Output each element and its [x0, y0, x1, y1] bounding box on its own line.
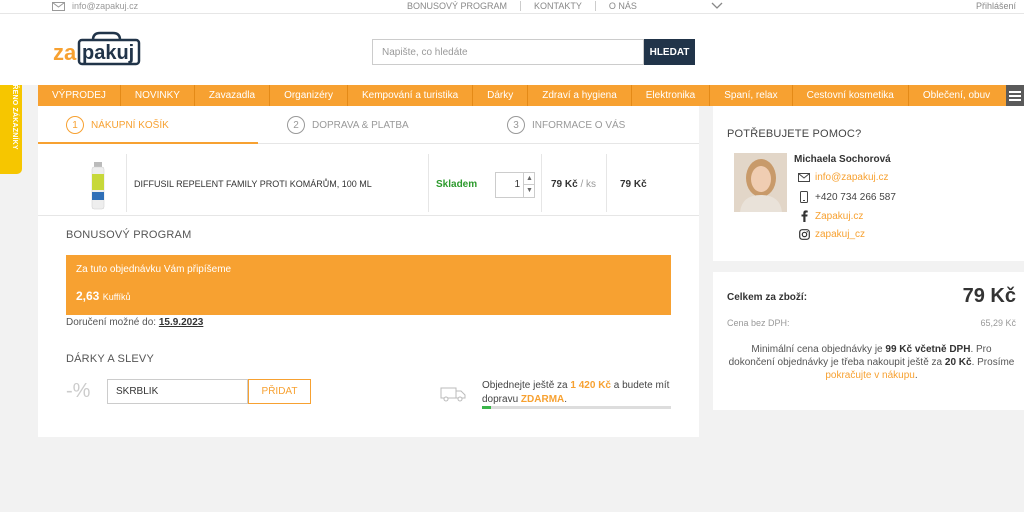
product-name[interactable]: DIFFUSIL REPELENT FAMILY PROTI KOMÁRŮM, …	[134, 179, 372, 189]
stock-status: Skladem	[436, 179, 478, 190]
order-summary: Celkem za zboží: 79 Kč Cena bez DPH: 65,…	[713, 272, 1024, 410]
free-shipping-info: Objednejte ještě za 1 420 Kč a budete mí…	[482, 380, 670, 405]
product-image[interactable]	[91, 162, 105, 210]
support-email[interactable]: info@zapakuj.cz	[796, 172, 889, 183]
bonus-box: Za tuto objednávku Vám připíšeme 2,63 Ku…	[66, 255, 671, 315]
top-links: BONUSOVÝ PROGRAM KONTAKTY O NÁS	[394, 0, 650, 12]
support-avatar	[734, 153, 787, 212]
help-panel: POTŘEBUJETE POMOC? Michaela Sochorová in…	[713, 106, 1024, 261]
divider	[126, 154, 127, 212]
header: za pakuj Napište, co hledáte HLEDAT	[0, 14, 1024, 85]
cart-item-row: DIFFUSIL REPELENT FAMILY PROTI KOMÁRŮM, …	[38, 154, 699, 216]
nav-item-sleep[interactable]: Spaní, relax	[710, 85, 793, 106]
free-shipping-progress	[482, 406, 671, 409]
quantity-value[interactable]: 1	[496, 173, 522, 197]
chevron-down-icon[interactable]	[711, 1, 723, 10]
top-link-contacts[interactable]: KONTAKTY	[521, 1, 596, 11]
envelope-icon	[52, 1, 65, 11]
support-instagram[interactable]: zapakuj_cz	[796, 229, 865, 240]
nav-item-health[interactable]: Zdraví a hygiena	[528, 85, 632, 106]
nav-item-clothing[interactable]: Oblečení, obuv	[909, 85, 1004, 106]
nav-item-organizers[interactable]: Organizéry	[270, 85, 348, 106]
active-step-underline	[38, 142, 258, 144]
support-facebook[interactable]: Zapakuj.cz	[796, 210, 863, 222]
net-label: Cena bez DPH:	[727, 318, 790, 328]
search-button[interactable]: HLEDAT	[644, 39, 695, 65]
nav-item-sale[interactable]: VÝPRODEJ	[38, 85, 121, 106]
envelope-icon	[798, 173, 810, 182]
unit-price: 79 Kč / ks	[551, 179, 597, 190]
zapakuj-logo[interactable]: za pakuj	[53, 30, 143, 70]
facebook-icon	[801, 210, 808, 222]
divider	[541, 154, 542, 212]
support-phone[interactable]: +420 734 266 587	[796, 191, 896, 203]
step-number: 1	[66, 116, 84, 134]
svg-text:pakuj: pakuj	[82, 42, 134, 64]
truck-icon	[440, 387, 466, 402]
quantity-up-icon[interactable]: ▲	[524, 173, 535, 185]
minimum-order-note: Minimální cena objednávky je 99 Kč včetn…	[728, 344, 1015, 381]
nav-item-electronics[interactable]: Elektronika	[632, 85, 711, 106]
nav-item-new[interactable]: NOVINKY	[121, 85, 195, 106]
support-name: Michaela Sochorová	[794, 154, 891, 165]
top-link-about[interactable]: O NÁS	[596, 1, 650, 11]
login-link[interactable]: Přihlášení	[976, 0, 1016, 12]
nav-item-camping[interactable]: Kempování a turistika	[348, 85, 474, 106]
nav-item-gifts[interactable]: Dárky	[473, 85, 529, 106]
bonus-title: BONUSOVÝ PROGRAM	[66, 229, 192, 241]
top-email[interactable]: info@zapakuj.cz	[52, 0, 138, 12]
step-label: INFORMACE O VÁS	[532, 119, 626, 131]
category-nav: VÝPRODEJ NOVINKY Zavazadla Organizéry Ke…	[38, 85, 1006, 106]
step-shipping[interactable]: 2 DOPRAVA & PLATBA	[287, 116, 409, 134]
step-number: 3	[507, 116, 525, 134]
search-input[interactable]: Napište, co hledáte	[372, 39, 644, 65]
svg-text:za: za	[53, 40, 77, 65]
step-label: DOPRAVA & PLATBA	[312, 119, 409, 131]
nav-item-luggage[interactable]: Zavazadla	[195, 85, 271, 106]
step-label: NÁKUPNÍ KOŠÍK	[91, 119, 169, 131]
total-value: 79 Kč	[962, 285, 1016, 307]
total-label: Celkem za zboží:	[727, 292, 808, 303]
line-total: 79 Kč	[620, 179, 647, 190]
step-number: 2	[287, 116, 305, 134]
top-bar: info@zapakuj.cz BONUSOVÝ PROGRAM KONTAKT…	[0, 0, 1024, 14]
add-coupon-button[interactable]: PŘIDAT	[248, 379, 311, 404]
net-value: 65,29 Kč	[980, 318, 1016, 328]
divider	[606, 154, 607, 212]
step-info[interactable]: 3 INFORMACE O VÁS	[507, 116, 625, 134]
bonus-text: Za tuto objednávku Vám připíšeme	[76, 264, 232, 275]
top-link-bonus[interactable]: BONUSOVÝ PROGRAM	[394, 1, 522, 11]
instagram-icon	[798, 229, 810, 240]
gifts-title: DÁRKY A SLEVY	[66, 353, 155, 365]
divider	[428, 154, 429, 212]
percent-icon: -%	[66, 380, 91, 402]
quantity-down-icon[interactable]: ▼	[524, 185, 535, 197]
quantity-stepper[interactable]: 1 ▲ ▼	[495, 172, 535, 198]
delivery-info: Doručení možné do: 15.9.2023	[66, 317, 204, 328]
cart-panel: 1 NÁKUPNÍ KOŠÍK 2 DOPRAVA & PLATBA 3 INF…	[38, 106, 699, 437]
bonus-amount: 2,63 Kuffíků	[76, 289, 131, 303]
help-title: POTŘEBUJETE POMOC?	[727, 128, 862, 140]
phone-icon	[800, 191, 808, 203]
top-email-text: info@zapakuj.cz	[72, 1, 139, 11]
step-cart[interactable]: 1 NÁKUPNÍ KOŠÍK	[66, 116, 169, 134]
continue-shopping-link[interactable]: pokračujte v nákupu	[825, 370, 915, 381]
menu-icon[interactable]	[1006, 85, 1024, 106]
coupon-input[interactable]: SKRBLIK	[107, 379, 248, 404]
nav-item-cosmetics[interactable]: Cestovní kosmetika	[793, 85, 909, 106]
checkout-steps: 1 NÁKUPNÍ KOŠÍK 2 DOPRAVA & PLATBA 3 INF…	[38, 106, 699, 144]
